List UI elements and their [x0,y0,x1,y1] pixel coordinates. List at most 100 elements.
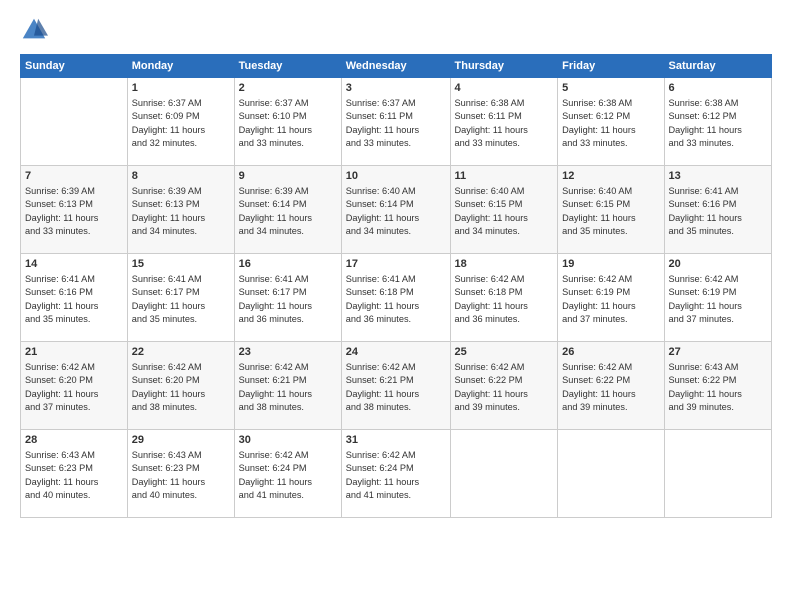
calendar-cell: 11 Sunrise: 6:40 AM Sunset: 6:15 PM Dayli… [450,166,558,254]
calendar-cell: 22Sunrise: 6:42 AM Sunset: 6:20 PM Dayli… [127,342,234,430]
calendar-header-day: Monday [127,55,234,78]
day-info: Sunrise: 6:41 AM Sunset: 6:17 PM Dayligh… [132,274,205,325]
day-info: Sunrise: 6:41 AM Sunset: 6:18 PM Dayligh… [346,274,419,325]
day-info: Sunrise: 6:42 AM Sunset: 6:21 PM Dayligh… [239,362,312,413]
day-number: 9 [239,169,337,184]
day-info: Sunrise: 6:38 AM Sunset: 6:12 PM Dayligh… [562,98,635,149]
day-number: 21 [25,345,123,360]
calendar-header-day: Saturday [664,55,772,78]
day-info: Sunrise: 6:38 AM Sunset: 6:12 PM Dayligh… [669,98,742,149]
calendar-header-day: Thursday [450,55,558,78]
day-number: 18 [455,257,554,272]
day-number: 26 [562,345,659,360]
calendar-cell: 3 Sunrise: 6:37 AM Sunset: 6:11 PM Daylig… [341,78,450,166]
calendar-cell: 24 Sunrise: 6:42 AM Sunset: 6:21 PM Dayli… [341,342,450,430]
calendar-week-row: 1Sunrise: 6:37 AM Sunset: 6:09 PM Daylig… [21,78,772,166]
day-info: Sunrise: 6:39 AM Sunset: 6:13 PM Dayligh… [25,186,98,237]
calendar-cell: 14Sunrise: 6:41 AM Sunset: 6:16 PM Dayli… [21,254,128,342]
day-number: 17 [346,257,446,272]
day-info: Sunrise: 6:39 AM Sunset: 6:14 PM Dayligh… [239,186,312,237]
calendar-cell: 5 Sunrise: 6:38 AM Sunset: 6:12 PM Daylig… [558,78,664,166]
day-info: Sunrise: 6:42 AM Sunset: 6:24 PM Dayligh… [239,450,312,501]
calendar-cell: 18 Sunrise: 6:42 AM Sunset: 6:18 PM Dayli… [450,254,558,342]
day-number: 28 [25,433,123,448]
day-info: Sunrise: 6:43 AM Sunset: 6:23 PM Dayligh… [132,450,205,501]
day-info: Sunrise: 6:42 AM Sunset: 6:21 PM Dayligh… [346,362,419,413]
day-info: Sunrise: 6:40 AM Sunset: 6:15 PM Dayligh… [562,186,635,237]
day-number: 3 [346,81,446,96]
calendar-cell: 26Sunrise: 6:42 AM Sunset: 6:22 PM Dayli… [558,342,664,430]
calendar-cell: 8 Sunrise: 6:39 AM Sunset: 6:13 PM Daylig… [127,166,234,254]
day-number: 6 [669,81,768,96]
calendar-cell: 29Sunrise: 6:43 AM Sunset: 6:23 PM Dayli… [127,430,234,518]
calendar-cell: 10 Sunrise: 6:40 AM Sunset: 6:14 PM Dayli… [341,166,450,254]
day-info: Sunrise: 6:37 AM Sunset: 6:09 PM Dayligh… [132,98,205,149]
header [20,16,772,44]
day-info: Sunrise: 6:37 AM Sunset: 6:10 PM Dayligh… [239,98,312,149]
day-info: Sunrise: 6:43 AM Sunset: 6:22 PM Dayligh… [669,362,742,413]
day-info: Sunrise: 6:37 AM Sunset: 6:11 PM Dayligh… [346,98,419,149]
calendar-cell: 4Sunrise: 6:38 AM Sunset: 6:11 PM Daylig… [450,78,558,166]
calendar-week-row: 7 Sunrise: 6:39 AM Sunset: 6:13 PM Daylig… [21,166,772,254]
logo [20,16,52,44]
day-number: 20 [669,257,768,272]
day-number: 22 [132,345,230,360]
day-number: 14 [25,257,123,272]
day-number: 7 [25,169,123,184]
calendar-week-row: 14Sunrise: 6:41 AM Sunset: 6:16 PM Dayli… [21,254,772,342]
day-number: 23 [239,345,337,360]
day-info: Sunrise: 6:40 AM Sunset: 6:14 PM Dayligh… [346,186,419,237]
day-info: Sunrise: 6:42 AM Sunset: 6:22 PM Dayligh… [455,362,528,413]
calendar-cell [450,430,558,518]
day-number: 8 [132,169,230,184]
calendar-cell: 2 Sunrise: 6:37 AM Sunset: 6:10 PM Daylig… [234,78,341,166]
day-number: 25 [455,345,554,360]
calendar-cell: 30 Sunrise: 6:42 AM Sunset: 6:24 PM Dayli… [234,430,341,518]
day-info: Sunrise: 6:40 AM Sunset: 6:15 PM Dayligh… [455,186,528,237]
calendar-header-day: Friday [558,55,664,78]
day-number: 31 [346,433,446,448]
calendar-cell: 23 Sunrise: 6:42 AM Sunset: 6:21 PM Dayli… [234,342,341,430]
calendar-week-row: 28 Sunrise: 6:43 AM Sunset: 6:23 PM Dayli… [21,430,772,518]
day-info: Sunrise: 6:39 AM Sunset: 6:13 PM Dayligh… [132,186,205,237]
calendar-cell [558,430,664,518]
page: SundayMondayTuesdayWednesdayThursdayFrid… [0,0,792,612]
calendar-cell: 1Sunrise: 6:37 AM Sunset: 6:09 PM Daylig… [127,78,234,166]
day-info: Sunrise: 6:43 AM Sunset: 6:23 PM Dayligh… [25,450,98,501]
day-number: 12 [562,169,659,184]
calendar-cell: 28 Sunrise: 6:43 AM Sunset: 6:23 PM Dayli… [21,430,128,518]
calendar-header-day: Wednesday [341,55,450,78]
day-number: 5 [562,81,659,96]
calendar-week-row: 21Sunrise: 6:42 AM Sunset: 6:20 PM Dayli… [21,342,772,430]
day-number: 30 [239,433,337,448]
calendar-cell: 25 Sunrise: 6:42 AM Sunset: 6:22 PM Dayli… [450,342,558,430]
calendar-header-day: Sunday [21,55,128,78]
day-info: Sunrise: 6:42 AM Sunset: 6:18 PM Dayligh… [455,274,528,325]
day-number: 11 [455,169,554,184]
calendar-table: SundayMondayTuesdayWednesdayThursdayFrid… [20,54,772,518]
calendar-cell: 12 Sunrise: 6:40 AM Sunset: 6:15 PM Dayli… [558,166,664,254]
day-number: 13 [669,169,768,184]
day-number: 15 [132,257,230,272]
calendar-cell [664,430,772,518]
day-number: 2 [239,81,337,96]
calendar-cell: 9 Sunrise: 6:39 AM Sunset: 6:14 PM Daylig… [234,166,341,254]
day-number: 16 [239,257,337,272]
calendar-cell: 31 Sunrise: 6:42 AM Sunset: 6:24 PM Dayli… [341,430,450,518]
day-number: 24 [346,345,446,360]
calendar-header-row: SundayMondayTuesdayWednesdayThursdayFrid… [21,55,772,78]
calendar-cell [21,78,128,166]
day-info: Sunrise: 6:41 AM Sunset: 6:16 PM Dayligh… [669,186,742,237]
calendar-cell: 19Sunrise: 6:42 AM Sunset: 6:19 PM Dayli… [558,254,664,342]
day-number: 4 [455,81,554,96]
calendar-cell: 13 Sunrise: 6:41 AM Sunset: 6:16 PM Dayli… [664,166,772,254]
day-number: 27 [669,345,768,360]
calendar-header-day: Tuesday [234,55,341,78]
day-number: 10 [346,169,446,184]
calendar-cell: 16 Sunrise: 6:41 AM Sunset: 6:17 PM Dayli… [234,254,341,342]
day-info: Sunrise: 6:41 AM Sunset: 6:17 PM Dayligh… [239,274,312,325]
calendar-cell: 7 Sunrise: 6:39 AM Sunset: 6:13 PM Daylig… [21,166,128,254]
day-info: Sunrise: 6:42 AM Sunset: 6:19 PM Dayligh… [669,274,742,325]
calendar-cell: 15 Sunrise: 6:41 AM Sunset: 6:17 PM Dayli… [127,254,234,342]
day-info: Sunrise: 6:42 AM Sunset: 6:24 PM Dayligh… [346,450,419,501]
